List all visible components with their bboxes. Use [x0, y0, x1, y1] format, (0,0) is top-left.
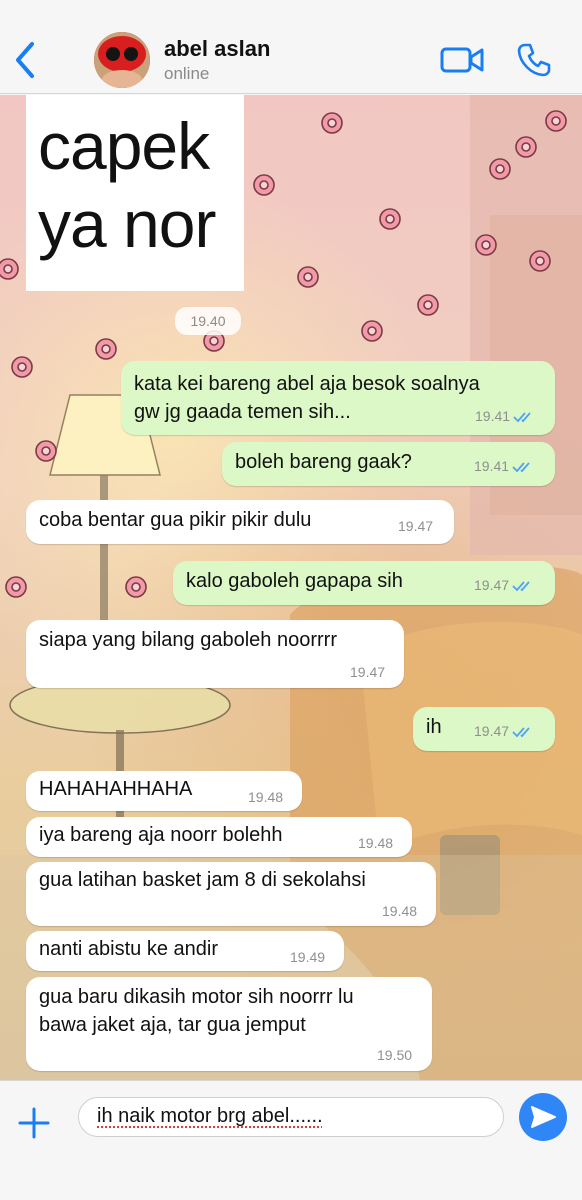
- message-bubble-incoming[interactable]: iya bareng aja noorr bolehh 19.48: [26, 817, 412, 857]
- message-time: 19.48: [382, 903, 418, 919]
- contact-name[interactable]: abel aslan: [164, 36, 270, 62]
- read-ticks-icon: [512, 581, 530, 592]
- send-icon: [531, 1106, 556, 1128]
- message-text: gua latihan basket jam 8 di sekolahsi: [39, 869, 366, 891]
- message-input[interactable]: ih naik motor brg abel......: [78, 1097, 504, 1137]
- message-time: 19.41: [474, 458, 510, 474]
- read-ticks-icon: [513, 412, 531, 423]
- message-meta: 19.47: [474, 723, 534, 739]
- sticker-image[interactable]: capek ya nor: [26, 95, 244, 291]
- contact-status: online: [164, 64, 210, 83]
- message-meta: 19.47: [474, 577, 534, 593]
- message-bubble-incoming[interactable]: gua latihan basket jam 8 di sekolahsi 19…: [26, 862, 436, 926]
- message-text: gua baru dikasih motor sih noorrr lu baw…: [39, 986, 354, 1036]
- message-text: boleh bareng gaak?: [235, 451, 412, 473]
- message-text: iya bareng aja noorr bolehh: [39, 824, 283, 846]
- message-meta: 19.41: [474, 458, 534, 474]
- message-time: 19.47: [474, 723, 510, 739]
- message-bubble-outgoing[interactable]: kata kei bareng abel aja besok soalnya g…: [121, 361, 555, 435]
- message-meta: 19.41: [475, 408, 535, 424]
- message-time: 19.47: [474, 577, 510, 593]
- message-bubble-incoming[interactable]: nanti abistu ke andir 19.49: [26, 931, 344, 971]
- read-ticks-icon: [512, 462, 530, 473]
- message-time: 19.41: [475, 408, 511, 424]
- message-bubble-outgoing[interactable]: kalo gaboleh gapapa sih 19.47: [173, 561, 555, 605]
- message-text: HAHAHAHHAHA: [39, 778, 193, 800]
- send-button[interactable]: [519, 1093, 567, 1141]
- phone-icon[interactable]: [516, 42, 552, 78]
- chat-header: abel aslan online: [0, 0, 582, 94]
- message-time: 19.47: [398, 518, 434, 534]
- avatar[interactable]: [94, 32, 150, 88]
- message-text: siapa yang bilang gaboleh noorrrr: [39, 629, 337, 651]
- message-text: kata kei bareng abel aja besok soalnya g…: [134, 373, 480, 423]
- message-text: kalo gaboleh gapapa sih: [186, 570, 403, 592]
- sticker-line: ya nor: [38, 187, 216, 261]
- composer-bar: ih naik motor brg abel......: [0, 1080, 582, 1200]
- video-call-icon[interactable]: [440, 44, 484, 76]
- message-bubble-outgoing[interactable]: ih 19.47: [413, 707, 555, 751]
- message-bubble-incoming[interactable]: coba bentar gua pikir pikir dulu 19.47: [26, 500, 454, 544]
- message-bubble-outgoing[interactable]: boleh bareng gaak? 19.41: [222, 442, 555, 486]
- plus-icon[interactable]: [14, 1103, 54, 1143]
- message-time: 19.48: [358, 835, 394, 851]
- sticker-timestamp: 19.40: [175, 307, 241, 335]
- message-bubble-incoming[interactable]: siapa yang bilang gaboleh noorrrr 19.47: [26, 620, 404, 688]
- message-time: 19.48: [248, 789, 284, 805]
- chevron-left-icon[interactable]: [12, 40, 40, 80]
- message-input-value: ih naik motor brg abel......: [97, 1105, 323, 1127]
- message-text: coba bentar gua pikir pikir dulu: [39, 509, 312, 531]
- chat-area[interactable]: capek ya nor 19.40 kata kei bareng abel …: [0, 95, 582, 1080]
- sticker-line: capek: [38, 109, 210, 183]
- message-bubble-incoming[interactable]: HAHAHAHHAHA 19.48: [26, 771, 302, 811]
- message-text: ih: [426, 716, 442, 738]
- message-time: 19.49: [290, 949, 326, 965]
- message-time: 19.47: [350, 664, 386, 680]
- message-text: nanti abistu ke andir: [39, 938, 219, 960]
- message-time: 19.50: [377, 1047, 413, 1063]
- message-bubble-incoming[interactable]: gua baru dikasih motor sih noorrr lu baw…: [26, 977, 432, 1071]
- read-ticks-icon: [512, 727, 530, 738]
